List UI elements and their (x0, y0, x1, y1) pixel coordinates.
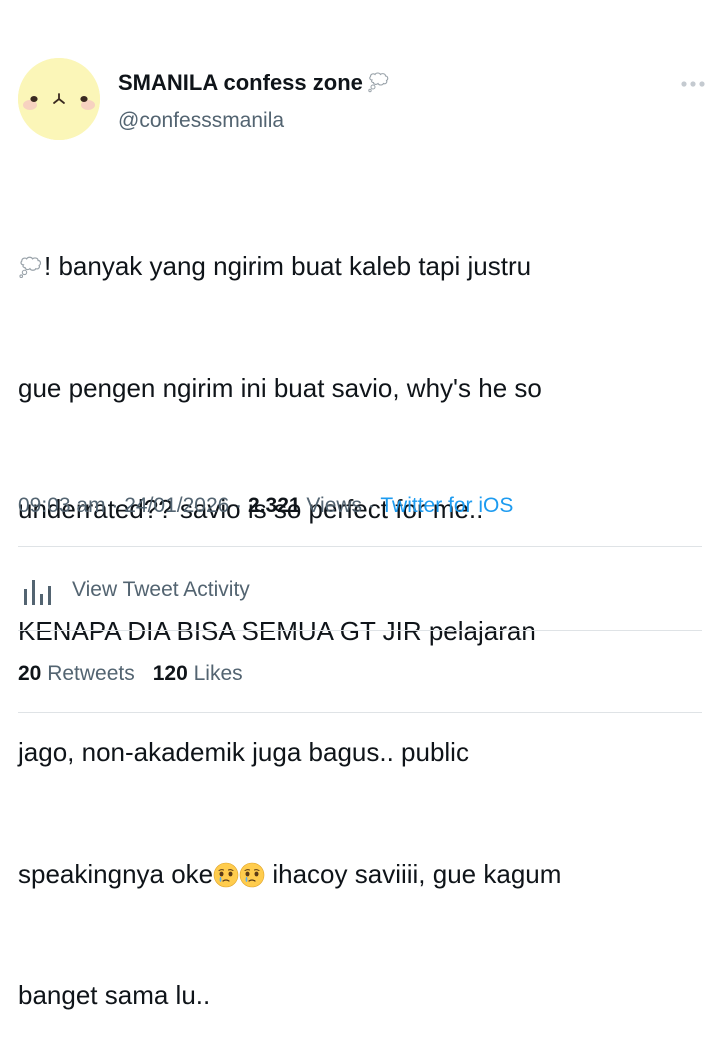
likes-label: Likes (187, 662, 243, 685)
divider (18, 712, 702, 713)
display-name[interactable]: SMANILA confess zone (118, 70, 391, 96)
retweets-count: 20 (18, 662, 42, 685)
divider (18, 630, 702, 631)
likes-stat[interactable]: 120 Likes (153, 662, 243, 685)
user-handle[interactable]: @confesssmanila (118, 108, 284, 134)
thought-balloon-icon (368, 72, 389, 93)
meta-separator: · (229, 494, 249, 517)
tweet-line: speakingnya oke ihacoy saviiii, gue kagu… (18, 854, 708, 895)
meta-separator: · (362, 494, 381, 517)
divider (18, 546, 702, 547)
likes-count: 120 (152, 662, 188, 685)
view-tweet-activity-button[interactable]: View Tweet Activity (18, 566, 702, 614)
cute-bear-face-icon (18, 58, 100, 140)
tweet-time: 09:03 am (18, 494, 106, 517)
tweet-line: jago, non-akademik juga bagus.. public (18, 737, 469, 767)
analytics-bar-chart-icon (24, 580, 51, 605)
meta-separator: · (105, 494, 125, 517)
views-label: Views (300, 494, 363, 517)
retweets-stat[interactable]: 20 Retweets (18, 662, 135, 685)
source-link[interactable]: Twitter for iOS (380, 494, 513, 517)
tweet-meta: 09:03 am · 24/01/2026 · 2.321 Views · Tw… (18, 492, 513, 520)
tweet-line-text: ! banyak yang ngirim buat kaleb tapi jus… (44, 251, 532, 281)
face-holding-back-tears-icon (239, 862, 265, 887)
retweets-label: Retweets (41, 662, 135, 685)
thought-balloon-icon (19, 256, 42, 279)
more-horizontal-icon[interactable] (680, 76, 706, 92)
views-count: 2.321 (248, 494, 301, 517)
avatar[interactable] (18, 58, 100, 140)
tweet-line-text: speakingnya oke (18, 858, 214, 889)
engagement-stats: 20 Retweets 120 Likes (18, 660, 243, 688)
tweet-line: banget sama lu.. (18, 980, 211, 1010)
tweet-date: 24/01/2026 (124, 494, 230, 517)
view-tweet-activity-label: View Tweet Activity (72, 578, 250, 601)
tweet-line: ! banyak yang ngirim buat kaleb tapi jus… (18, 246, 708, 287)
display-name-text: SMANILA confess zone (118, 70, 363, 95)
tweet-line-text: ihacoy saviiii, gue kagum (265, 858, 562, 889)
tweet-line: gue pengen ngirim ini buat savio, why's … (18, 372, 542, 403)
face-holding-back-tears-icon (213, 862, 239, 887)
